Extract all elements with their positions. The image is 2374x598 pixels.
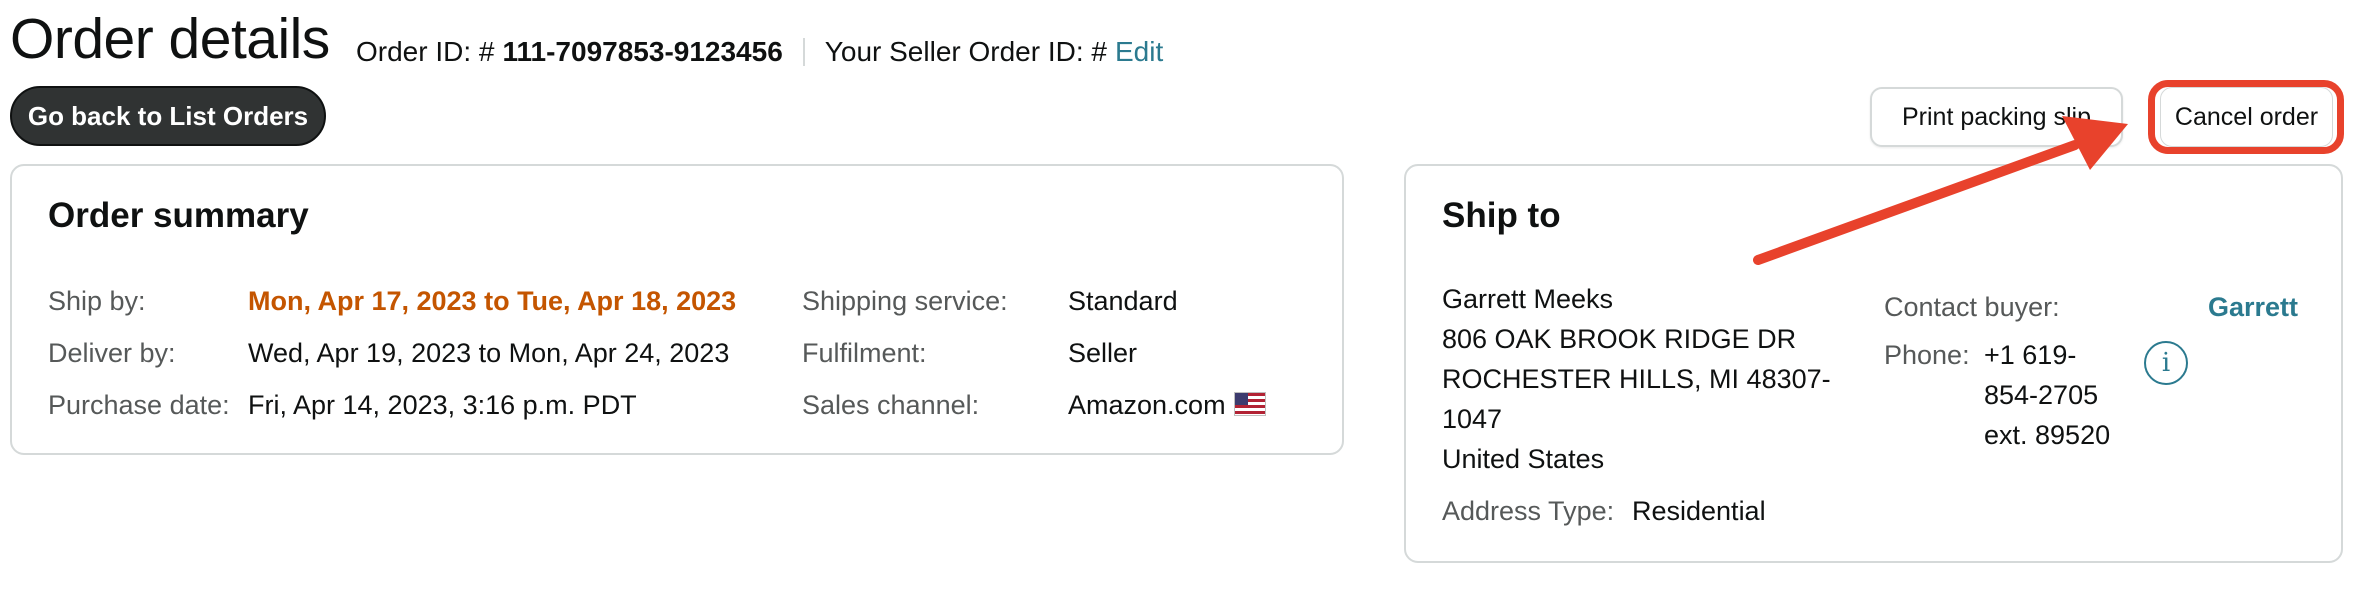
info-icon[interactable]: i (2144, 341, 2188, 385)
purchase-date-value: Fri, Apr 14, 2023, 3:16 p.m. PDT (248, 390, 637, 420)
order-summary-card: Order summary Ship by: Mon, Apr 17, 2023… (10, 164, 1344, 455)
address-type-label: Address Type: (1442, 496, 1615, 526)
page-title: Order details (10, 7, 330, 71)
phone-line-2: 854-2705 (1984, 380, 2099, 410)
ship-by-label: Ship by: (48, 286, 146, 316)
address-type-value: Residential (1632, 496, 1766, 526)
address-line-3: 1047 (1442, 404, 1503, 434)
address-country: United States (1442, 444, 1605, 474)
phone-label: Phone: (1884, 340, 1970, 370)
deliver-by-label: Deliver by: (48, 338, 176, 368)
contact-buyer-label: Contact buyer: (1884, 292, 2060, 322)
fulfilment-value: Seller (1068, 338, 1138, 368)
edit-seller-order-id-link[interactable]: Edit (1115, 36, 1163, 68)
divider (802, 38, 805, 66)
phone-line-3: ext. 89520 (1984, 420, 2111, 450)
purchase-date-label: Purchase date: (48, 390, 230, 420)
order-details-page: Order details Order ID: # 111-7097853-91… (0, 0, 2374, 598)
deliver-by-value: Wed, Apr 19, 2023 to Mon, Apr 24, 2023 (248, 338, 730, 368)
shipping-service-label: Shipping service: (802, 286, 1008, 316)
cancel-order-button[interactable]: Cancel order (2160, 87, 2333, 147)
ship-by-value: Mon, Apr 17, 2023 to Tue, Apr 18, 2023 (248, 286, 737, 316)
sales-channel-value: Amazon.com (1068, 390, 1226, 420)
seller-order-id-label: Your Seller Order ID: # (824, 36, 1107, 67)
print-packing-slip-button[interactable]: Print packing slip (1870, 87, 2123, 147)
order-summary-title: Order summary (48, 196, 309, 235)
contact-buyer-link[interactable]: Garrett (2208, 292, 2298, 323)
order-id-value: 111-7097853-9123456 (502, 36, 783, 67)
order-id-bar: Order ID: # 111-7097853-9123456 Your Sel… (356, 36, 1163, 68)
order-id-label: Order ID: # (356, 36, 495, 67)
address-line-1: 806 OAK BROOK RIDGE DR (1442, 324, 1797, 354)
sales-channel-label: Sales channel: (802, 390, 980, 420)
us-flag-icon (1233, 392, 1266, 416)
address-line-2: ROCHESTER HILLS, MI 48307- (1442, 364, 1831, 394)
ship-to-card: Ship to Garrett Meeks 806 OAK BROOK RIDG… (1404, 164, 2343, 563)
go-back-to-list-orders-button[interactable]: Go back to List Orders (10, 86, 326, 146)
phone-line-1: +1 619- (1984, 340, 2077, 370)
sales-channel-value-group: Amazon.com (1068, 390, 1266, 421)
recipient-name: Garrett Meeks (1442, 284, 1614, 314)
fulfilment-label: Fulfilment: (802, 338, 927, 368)
ship-to-title: Ship to (1442, 196, 1561, 235)
shipping-service-value: Standard (1068, 286, 1178, 316)
